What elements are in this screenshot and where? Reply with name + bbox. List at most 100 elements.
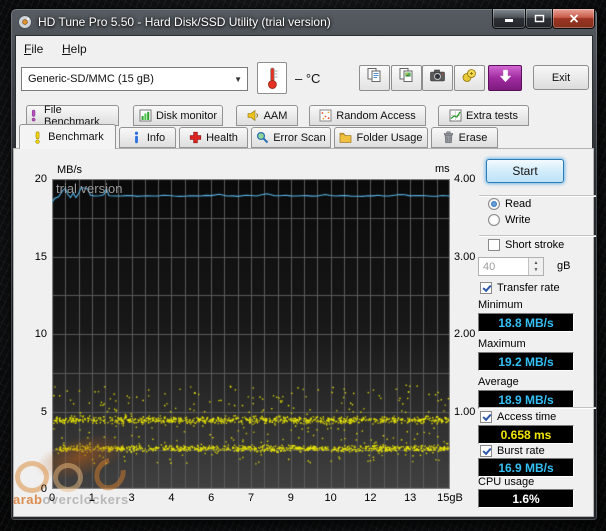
start-button[interactable]: Start [486, 159, 564, 183]
short-stroke-label: Short stroke [505, 239, 565, 251]
tab-error-scan[interactable]: Error Scan [251, 127, 331, 148]
y-axis-tick: 5 [40, 405, 47, 418]
app-window: HD Tune Pro 5.50 - Hard Disk/SSD Utility… [10, 8, 598, 521]
update-button[interactable] [488, 65, 522, 91]
x-axis-tick: 10 [324, 492, 337, 504]
tab-random-access[interactable]: Random Access [309, 105, 426, 126]
write-radio-label: Write [505, 214, 531, 226]
tab-info[interactable]: Info [119, 127, 176, 148]
tab-disk-monitor[interactable]: Disk monitor [133, 105, 223, 126]
copy-image-button[interactable] [391, 65, 422, 91]
y2-axis-tick: 3.00 [454, 250, 476, 263]
cpu-usage-label: CPU usage [478, 476, 535, 488]
y2-axis-tick: 2.00 [454, 328, 476, 340]
error-scan-icon [256, 131, 269, 144]
y2-axis-label: ms [435, 163, 450, 175]
transfer-rate-checkbox[interactable]: Transfer rate [480, 282, 560, 294]
tab-erase[interactable]: Erase [431, 127, 498, 148]
burst-rate-value: 16.9 MB/s [478, 458, 574, 477]
tab-aam[interactable]: AAM [236, 105, 298, 126]
y2-axis-tick: 1.00 [454, 405, 476, 418]
maximize-button[interactable] [525, 9, 553, 29]
short-stroke-size-value: 40 [483, 261, 496, 273]
tab-label: Benchmark [48, 131, 104, 143]
maximize-icon [534, 14, 544, 23]
desktop-background: HD Tune Pro 5.50 - Hard Disk/SSD Utility… [0, 0, 606, 531]
menu-help[interactable]: Help [57, 40, 92, 58]
read-radio-label: Read [505, 198, 532, 210]
trial-version-watermark: trial version [56, 181, 123, 196]
tab-label: Disk monitor [155, 109, 218, 122]
minimum-label: Minimum [478, 299, 523, 311]
disk-monitor-icon [139, 109, 152, 122]
tab-label: Folder Usage [356, 131, 423, 144]
temperature-button[interactable] [257, 62, 287, 94]
file-benchmark-icon [27, 109, 40, 122]
temperature-value: – °C [295, 71, 321, 86]
y-axis-tick: 15 [34, 250, 47, 263]
info-icon [130, 131, 143, 144]
copy-text-button[interactable] [359, 65, 390, 91]
tab-label: Error Scan [273, 131, 326, 144]
screenshot-button[interactable] [422, 65, 453, 91]
short-stroke-size-stepper[interactable]: 40 ▲ ▼ [478, 257, 544, 276]
stepper-arrows[interactable]: ▲ ▼ [528, 258, 543, 275]
y2-axis-tick: 4.00 [454, 173, 476, 185]
tab-extra-tests[interactable]: Extra tests [438, 105, 529, 126]
access-time-value: 0.658 ms [478, 425, 574, 444]
separator [479, 235, 596, 236]
minimize-button[interactable] [492, 9, 526, 29]
tab-benchmark[interactable]: Benchmark [19, 124, 116, 149]
y-axis-tick: 20 [34, 173, 47, 185]
tab-file-benchmark[interactable]: File Benchmark [26, 104, 119, 128]
x-axis-tick: 13 [404, 492, 417, 504]
donate-button[interactable] [454, 65, 485, 91]
burst-rate-label: Burst rate [497, 445, 545, 457]
y-axis-tick: 10 [34, 328, 47, 340]
benchmark-icon [31, 131, 44, 144]
speaker-icon [247, 109, 260, 122]
radio-icon [488, 198, 500, 210]
camera-icon [429, 68, 446, 88]
burst-rate-checkbox[interactable]: Burst rate [480, 445, 545, 457]
y-axis-label: MB/s [57, 164, 83, 176]
title-bar[interactable]: HD Tune Pro 5.50 - Hard Disk/SSD Utility… [11, 9, 597, 35]
tab-label: Erase [458, 131, 488, 144]
x-axis-tick: 6 [208, 492, 215, 504]
health-icon [189, 131, 202, 144]
minimum-value: 18.8 MB/s [478, 313, 574, 332]
drive-selector-value: Generic-SD/MMC (15 gB) [28, 73, 154, 85]
access-time-checkbox[interactable]: Access time [480, 411, 556, 423]
donate-icon [461, 67, 478, 89]
copy-text-icon [366, 67, 383, 89]
x-axis-tick: 12 [364, 492, 377, 504]
tab-label: Health [206, 131, 238, 144]
drive-selector-dropdown[interactable]: Generic-SD/MMC (15 gB) ▼ [21, 67, 248, 91]
menu-file[interactable]: File [19, 40, 48, 58]
hdtune-app-icon [17, 14, 33, 30]
close-button[interactable] [552, 9, 595, 29]
erase-icon [442, 131, 455, 144]
exit-button[interactable]: Exit [533, 65, 589, 90]
radio-icon [488, 214, 500, 226]
tab-label: Random Access [336, 109, 416, 122]
benchmark-chart-canvas [52, 179, 450, 489]
tab-label: Info [146, 131, 166, 144]
short-stroke-checkbox[interactable]: Short stroke [488, 239, 564, 251]
minimize-icon [505, 19, 513, 22]
tab-folder-usage[interactable]: Folder Usage [334, 127, 428, 148]
write-radio[interactable]: Write [488, 214, 530, 226]
chevron-down-icon: ▼ [234, 75, 242, 84]
average-label: Average [478, 376, 519, 388]
tab-label: Extra tests [466, 109, 518, 122]
random-access-icon [319, 109, 332, 122]
x-axis-tick: 3 [128, 492, 135, 504]
x-axis-tick: 9 [287, 492, 294, 504]
transfer-rate-label: Transfer rate [497, 282, 560, 294]
tab-health[interactable]: Health [179, 127, 248, 148]
arrow-down-icon: ▼ [533, 266, 539, 273]
read-radio[interactable]: Read [488, 198, 531, 210]
checkbox-icon [480, 445, 492, 457]
separator [479, 407, 596, 408]
window-title: HD Tune Pro 5.50 - Hard Disk/SSD Utility… [38, 15, 331, 29]
